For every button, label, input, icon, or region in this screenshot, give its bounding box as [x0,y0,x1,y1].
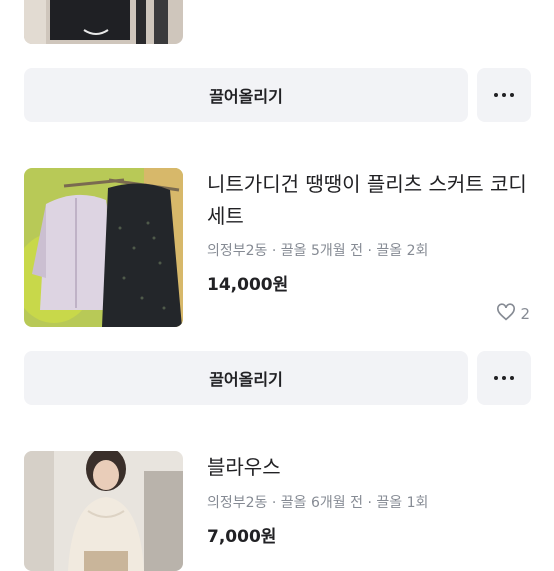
heart-outline-icon [496,303,516,325]
listing-bump-count: 끌올 2회 [376,243,429,259]
listing-title[interactable]: 니트가디건 땡땡이 플리츠 스커트 코디세트 [207,168,527,232]
listing-time: 끌올 6개월 전 [280,495,364,511]
listing-time: 끌올 5개월 전 [280,243,364,259]
listing-bump-count: 끌올 1회 [376,495,429,511]
meta-separator: · [271,495,277,511]
listing-price: 7,000원 [207,527,277,547]
listing-thumbnail[interactable] [24,451,183,571]
meta-separator: · [367,495,372,511]
listing-location: 의정부2동 [207,495,268,511]
like-count-value: 2 [520,305,530,323]
listing-meta: 의정부2동 · 끌올 5개월 전 · 끌올 2회 [207,240,428,260]
meta-separator: · [367,243,372,259]
like-count: 2 [496,303,530,325]
bump-button-label: 끌어올리기 [209,370,283,389]
listing-price: 14,000원 [207,275,289,295]
more-horizontal-icon [494,376,514,380]
meta-separator: · [271,243,277,259]
listing-thumbnail[interactable] [24,0,183,44]
listing-thumbnail[interactable] [24,168,183,327]
more-options-button[interactable] [477,351,531,405]
listing-location: 의정부2동 [207,243,268,259]
bump-button[interactable]: 끌어올리기 [24,351,468,405]
bump-button-label: 끌어올리기 [209,87,283,106]
listing-meta: 의정부2동 · 끌올 6개월 전 · 끌올 1회 [207,492,428,512]
listing-title[interactable]: 블라우스 [207,451,527,483]
more-horizontal-icon [494,93,514,97]
bump-button[interactable]: 끌어올리기 [24,68,468,122]
more-options-button[interactable] [477,68,531,122]
